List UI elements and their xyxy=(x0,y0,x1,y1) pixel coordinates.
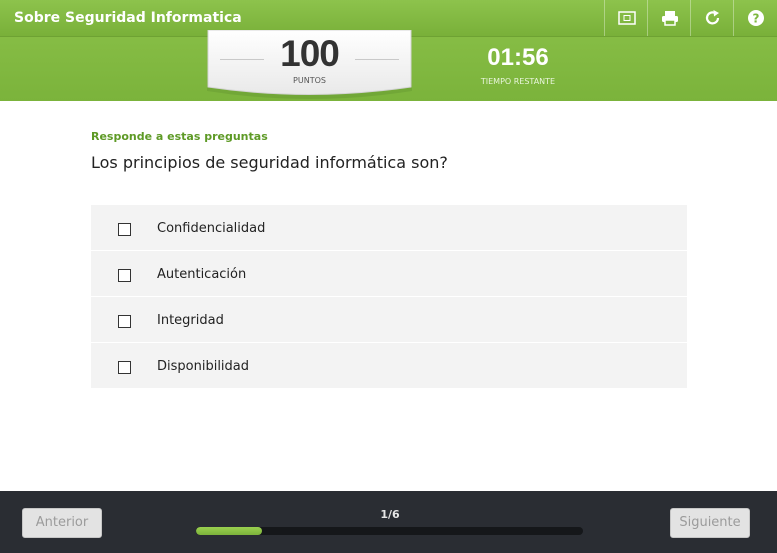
instruction-text: Responde a estas preguntas xyxy=(91,130,268,143)
answer-checkbox[interactable] xyxy=(118,315,131,328)
help-button[interactable]: ? xyxy=(733,0,777,36)
progress-fill xyxy=(196,527,262,535)
score-card: 100 PUNTOS xyxy=(206,30,413,100)
print-icon xyxy=(661,11,678,26)
restart-button[interactable] xyxy=(690,0,734,36)
print-button[interactable] xyxy=(647,0,691,36)
answer-checkbox[interactable] xyxy=(118,223,131,236)
next-button[interactable]: Siguiente xyxy=(670,508,750,538)
question-text: Los principios de seguridad informática … xyxy=(91,153,448,172)
answer-checkbox[interactable] xyxy=(118,361,131,374)
score-value: 100 xyxy=(280,33,340,74)
timer-label: TIEMPO RESTANTE xyxy=(480,77,556,86)
quiz-title: Sobre Seguridad Informatica xyxy=(14,10,242,26)
footer-bar: Anterior 1/6 Siguiente xyxy=(0,491,777,553)
score-label: PUNTOS xyxy=(293,76,326,85)
restart-icon xyxy=(705,10,719,25)
timer-value: 01:56 xyxy=(487,44,549,71)
progress-bar xyxy=(196,527,583,535)
previous-button[interactable]: Anterior xyxy=(22,508,102,538)
answer-option[interactable]: Autenticación xyxy=(91,251,687,297)
answer-checkbox[interactable] xyxy=(118,269,131,282)
help-icon: ? xyxy=(747,10,764,26)
fullscreen-icon xyxy=(617,11,636,25)
svg-text:?: ? xyxy=(752,12,759,26)
answer-label: Autenticación xyxy=(157,267,247,282)
answer-options: Confidencialidad Autenticación Integrida… xyxy=(91,205,687,389)
progress-counter: 1/6 xyxy=(380,508,400,521)
answer-option[interactable]: Disponibilidad xyxy=(91,343,687,389)
answer-label: Disponibilidad xyxy=(157,359,250,374)
answer-label: Confidencialidad xyxy=(157,221,266,236)
fullscreen-button[interactable] xyxy=(604,0,648,36)
answer-option[interactable]: Integridad xyxy=(91,297,687,343)
answer-label: Integridad xyxy=(157,313,224,328)
answer-option[interactable]: Confidencialidad xyxy=(91,205,687,251)
header: Sobre Seguridad Informatica ? 100 PUNTOS… xyxy=(0,0,777,101)
